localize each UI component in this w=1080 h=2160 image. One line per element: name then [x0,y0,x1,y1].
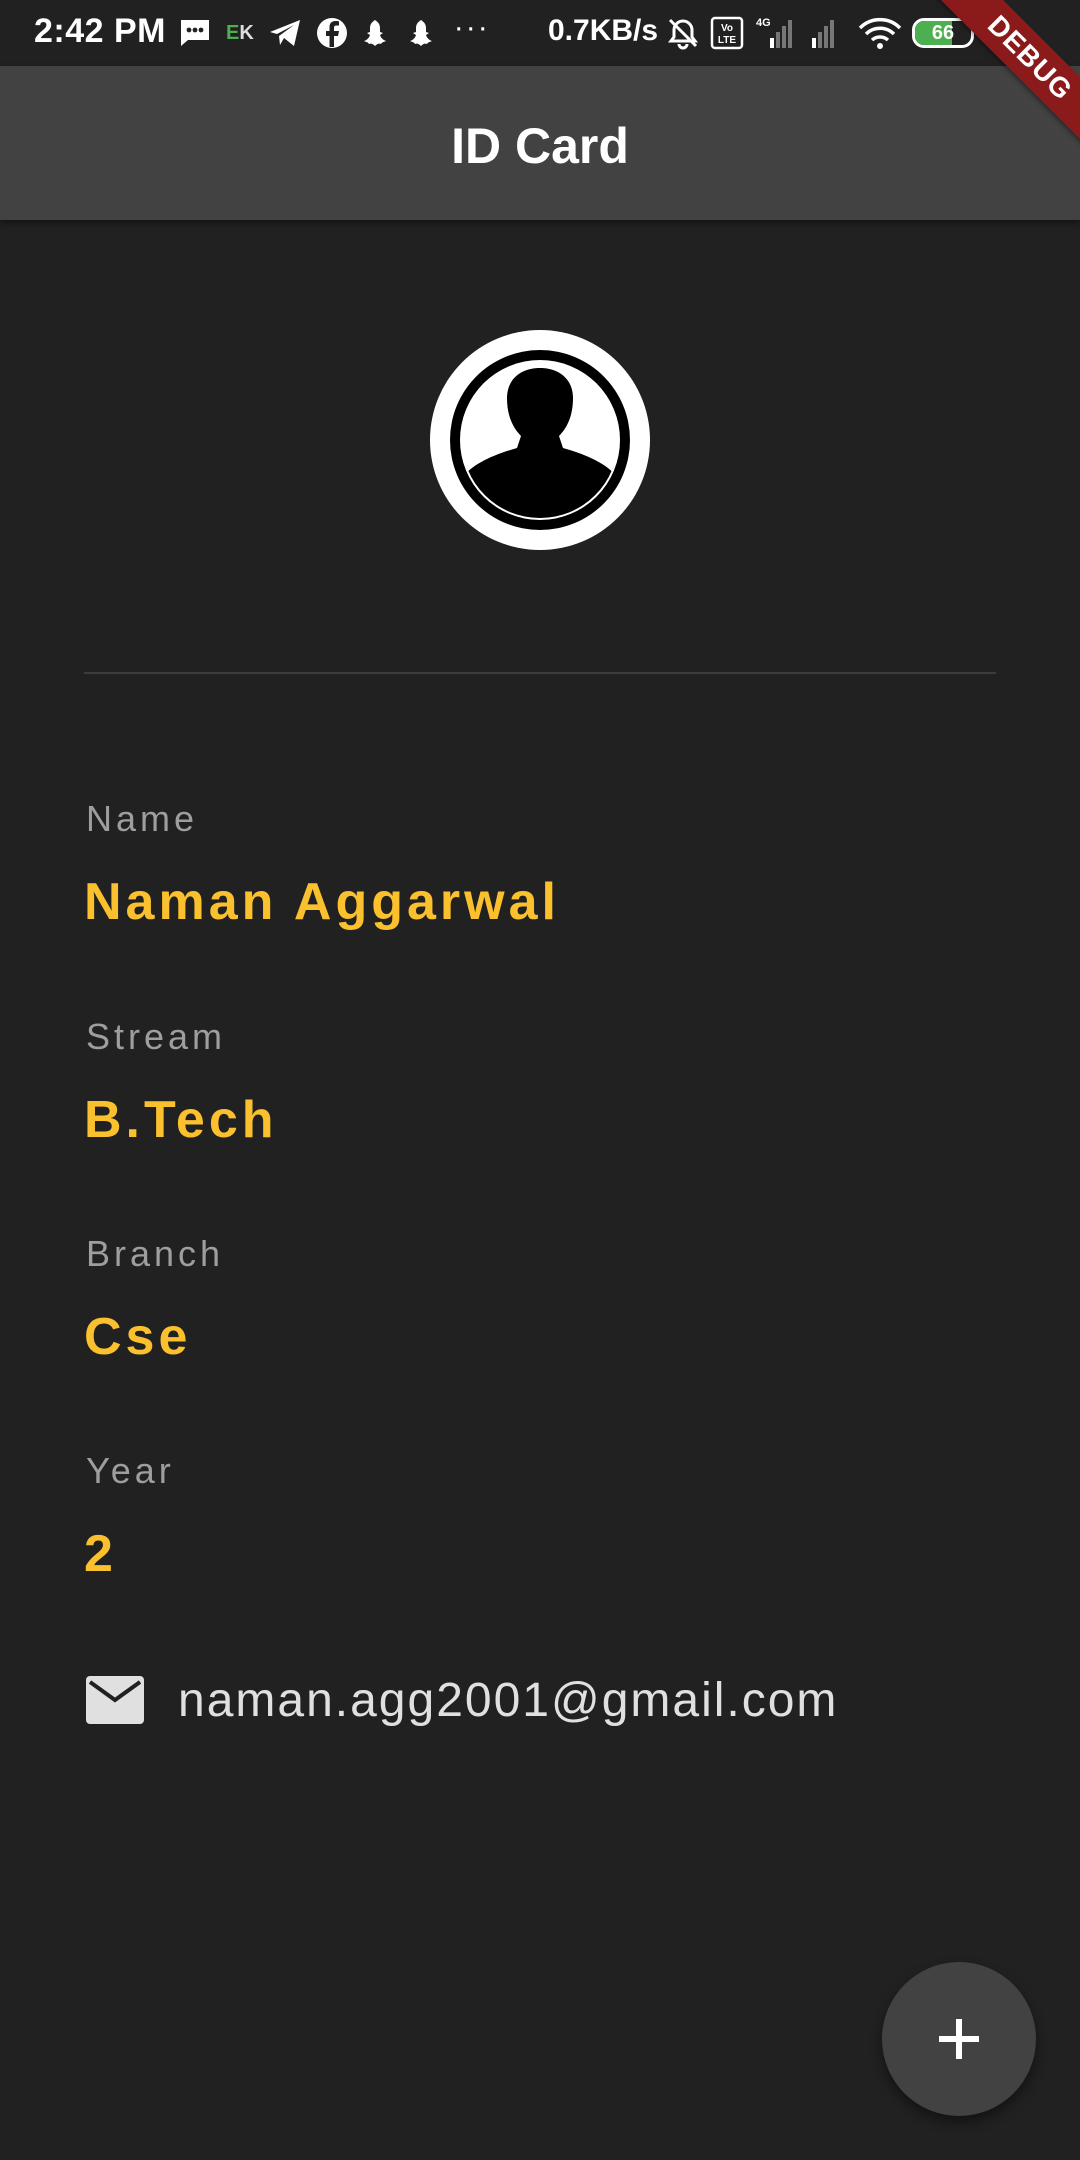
volte-icon: Vo LTE [710,16,744,50]
network-speed: 0.7KB/s [548,14,659,47]
battery-level: 66 [931,21,955,44]
name-label: Name [86,798,199,839]
svg-text:Vo: Vo [721,23,733,34]
divider [84,672,996,674]
battery-icon: 66 [912,18,974,48]
stream-label: Stream [86,1016,227,1057]
app-bar: ID Card [0,66,1080,220]
stream-value: B.Tech [84,1091,278,1149]
snapchat-icon [362,17,394,49]
more-dots-icon: ··· [453,11,490,44]
name-value: Naman Aggarwal [84,873,560,931]
mail-icon [86,1676,144,1724]
charging-icon [984,17,1006,49]
plus-icon [939,2019,979,2059]
branch-label: Branch [86,1233,225,1274]
year-value: 2 [84,1525,117,1583]
wifi-icon [858,16,902,50]
ek-app-icon: EK [226,21,254,44]
signal-icon: 4G [754,16,798,50]
email-row: naman.agg2001@gmail.com [86,1670,838,1730]
email-text: naman.agg2001@gmail.com [178,1673,839,1727]
notification-icons: EK ··· [178,11,490,52]
page-title: ID Card [451,118,629,174]
branch-value: Cse [84,1308,192,1366]
alarm-off-icon [666,16,700,50]
messages-icon [178,17,212,49]
snapchat-icon [408,17,440,49]
person-silhouette-icon [450,350,630,530]
add-button[interactable] [882,1962,1036,2116]
signal-icon [808,16,848,50]
status-bar: 2:42 PM EK ··· 0.7KB/s Vo LTE 4G 66 [0,0,1080,66]
year-label: Year [86,1450,175,1491]
facebook-icon [316,17,348,49]
status-time: 2:42 PM [34,12,166,50]
svg-text:4G: 4G [756,17,771,29]
telegram-icon [268,18,302,48]
svg-text:LTE: LTE [718,35,736,46]
system-icons: Vo LTE 4G 66 [666,12,1006,54]
avatar [430,330,650,550]
